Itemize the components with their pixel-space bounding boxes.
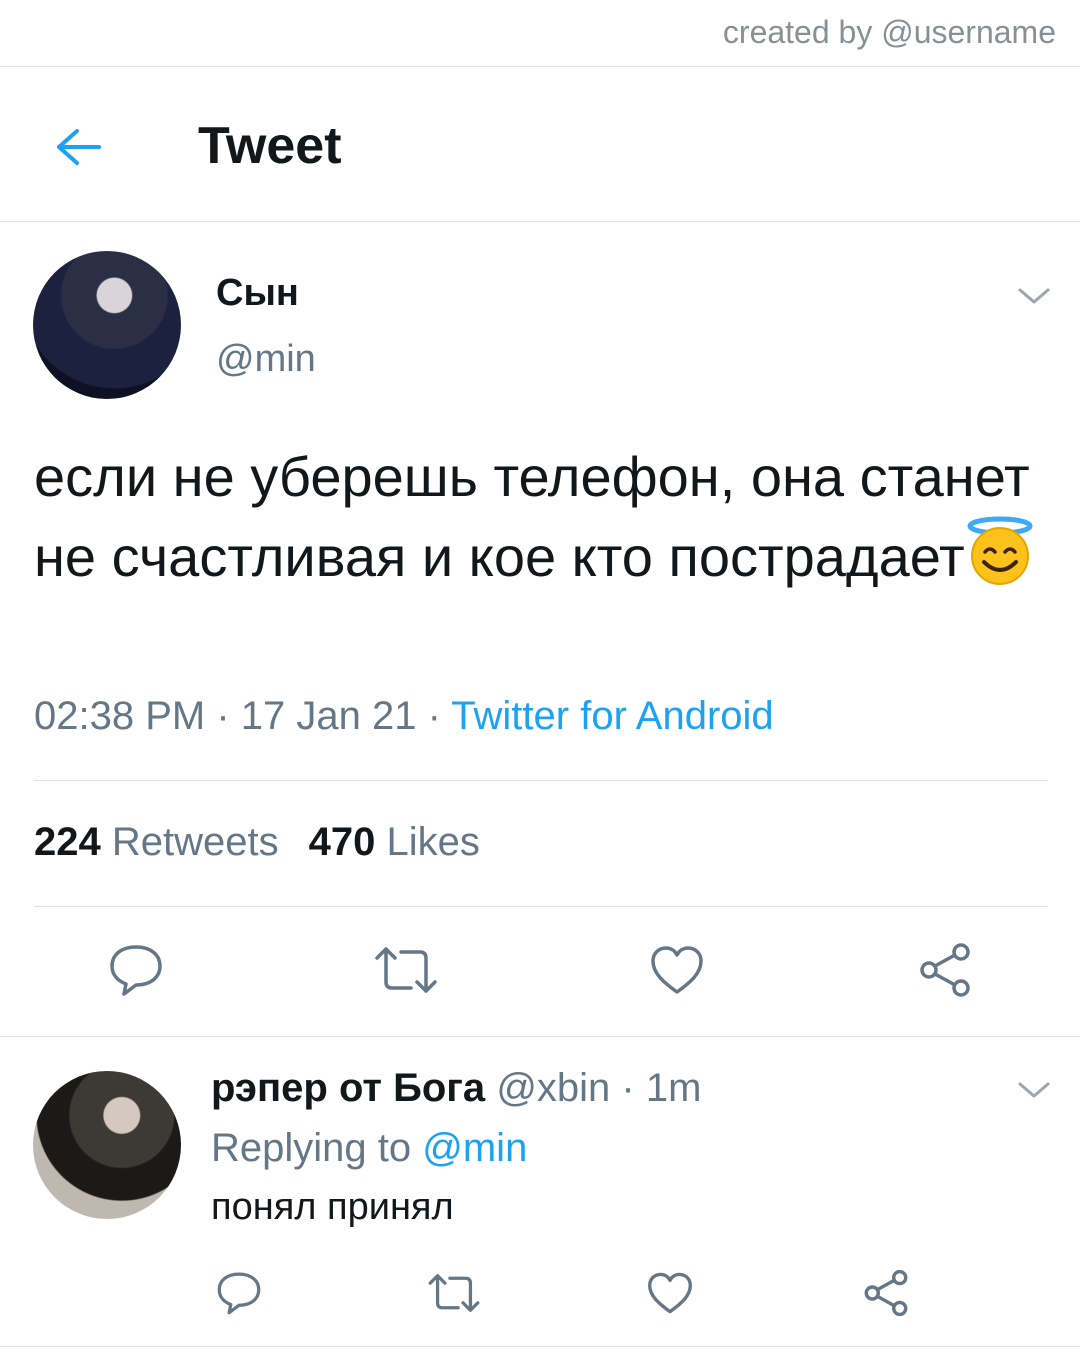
tweet-menu-button[interactable] [1016,284,1052,308]
replying-to: Replying to @min [211,1126,527,1171]
likes-count: 470 [308,820,376,864]
reply-menu-button[interactable] [1016,1078,1052,1102]
share-icon [864,1269,908,1317]
likes-stat[interactable]: 470 Likes [309,820,480,864]
smiling-face-with-halo-icon [967,516,1033,585]
chevron-down-icon [1018,1082,1050,1098]
share-icon [920,943,970,997]
heart-icon [647,1272,692,1314]
reply-author-name[interactable]: рэпер от Бога [211,1066,485,1110]
like-button[interactable] [646,940,708,1000]
stats-divider [34,906,1048,907]
back-button[interactable] [50,122,106,172]
author-avatar[interactable] [33,251,181,399]
back-arrow-icon [57,129,101,165]
reply-reply-button[interactable] [212,1268,266,1318]
meta-separator: · [416,694,452,738]
meta-divider [34,780,1048,781]
retweet-button[interactable] [372,940,440,1000]
reply-header: рэпер от Бога @xbin · 1m [211,1066,701,1111]
tweet-meta: 02:38 PM · 17 Jan 21 · Twitter for Andro… [34,694,774,739]
author-handle[interactable]: @min [216,338,316,381]
tweet-body: если не уберешь телефон, она станет не с… [34,438,1044,596]
share-button[interactable] [914,940,976,1000]
tweet-date: 17 Jan 21 [240,694,417,738]
reply-icon [110,945,162,996]
reply-share-button[interactable] [860,1268,912,1318]
meta-separator: · [205,694,241,738]
replying-prefix: Replying to [211,1126,412,1170]
reply-bottom-divider [0,1346,1080,1347]
reply-text: понял принял [211,1186,454,1228]
retweet-icon [428,1274,480,1312]
heart-icon [651,946,703,994]
reply-retweet-button[interactable] [424,1268,484,1318]
tweet-time: 02:38 PM [34,694,206,738]
likes-label: Likes [386,820,480,864]
tweet-source-link[interactable]: Twitter for Android [451,694,773,738]
retweets-count: 224 [34,820,101,864]
header-divider [0,221,1080,222]
author-display-name[interactable]: Сын [216,272,299,315]
retweet-icon [375,947,437,993]
credit-text: created by @username [722,14,1056,50]
retweets-stat[interactable]: 224 Retweets [34,820,279,864]
page-title: Tweet [198,117,342,175]
actions-divider [0,1036,1080,1037]
reply-like-button[interactable] [644,1268,696,1318]
reply-author-avatar[interactable] [33,1071,181,1219]
replying-mention-link[interactable]: @min [422,1126,527,1170]
retweets-label: Retweets [111,820,279,864]
reply-button[interactable] [104,940,168,1000]
credit-divider [0,66,1080,67]
chevron-down-icon [1018,288,1050,304]
tweet-text: если не уберешь телефон, она станет не с… [34,445,1030,588]
reply-handle-time: @xbin · 1m [496,1066,702,1110]
reply-icon [217,1272,261,1315]
tweet-stats: 224 Retweets 470 Likes [34,820,480,865]
